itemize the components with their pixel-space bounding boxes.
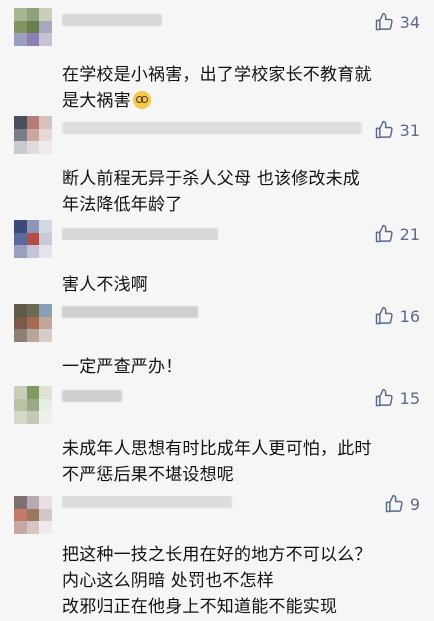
avatar[interactable] — [14, 8, 52, 46]
comment-item: 21 害人不浅啊 — [0, 210, 434, 295]
like-count: 9 — [409, 494, 420, 514]
comment-item: 16 一定严查严办！ — [0, 294, 434, 380]
avatar[interactable] — [14, 386, 52, 424]
like-button[interactable]: 16 — [374, 306, 420, 326]
comment-item: 31 断人前程无异于杀人父母 也该修改未成 年法降低年龄了 — [0, 104, 434, 215]
comment-text: 把这种一技之长用在好的地方不可以么？ 内心这么阴暗 处罚也不怎样 改邪归正在他身… — [62, 545, 372, 617]
thumbs-up-icon — [375, 120, 393, 139]
thumbs-up-icon — [375, 224, 393, 243]
like-count: 16 — [399, 306, 420, 326]
thumbs-up-icon — [375, 12, 393, 31]
username-redacted[interactable] — [62, 14, 162, 26]
comment-text: 一定严查严办！ — [62, 357, 183, 377]
username-redacted[interactable] — [62, 496, 232, 508]
like-button[interactable]: 21 — [374, 224, 420, 244]
username-redacted[interactable] — [62, 228, 218, 240]
comment-text: 在学校是小祸害，出了学校家长不教育就 是大祸害 — [62, 65, 372, 111]
like-button[interactable]: 34 — [374, 12, 420, 32]
thumbs-up-icon — [375, 388, 393, 407]
like-count: 21 — [399, 224, 420, 244]
username-redacted[interactable] — [62, 122, 362, 134]
comment-item: 9 把这种一技之长用在好的地方不可以么？ 内心这么阴暗 处罚也不怎样 改邪归正在… — [0, 484, 434, 621]
like-count: 15 — [399, 388, 420, 408]
comment-item: 34 在学校是小祸害，出了学校家长不教育就 是大祸害 — [0, 0, 434, 111]
avatar[interactable] — [14, 116, 52, 154]
avatar[interactable] — [14, 496, 52, 534]
thumbs-up-icon — [375, 306, 393, 325]
username-redacted[interactable] — [62, 306, 198, 318]
comment-text: 断人前程无异于杀人父母 也该修改未成 年法降低年龄了 — [62, 169, 361, 215]
like-count: 31 — [399, 120, 420, 140]
avatar[interactable] — [14, 304, 52, 342]
comment-text: 未成年人思想有时比成年人更可怕，此时 不严惩后果不堪设想呢 — [62, 439, 372, 485]
username-redacted[interactable] — [62, 390, 122, 402]
avatar[interactable] — [14, 220, 52, 258]
comment-text: 害人不浅啊 — [62, 275, 148, 295]
comment-item: 15 未成年人思想有时比成年人更可怕，此时 不严惩后果不堪设想呢 — [0, 380, 434, 485]
like-button[interactable]: 15 — [374, 388, 420, 408]
like-count: 34 — [399, 12, 420, 32]
like-button[interactable]: 9 — [384, 494, 420, 514]
comment-list: 34 在学校是小祸害，出了学校家长不教育就 是大祸害 31 断人前程无异于杀人父… — [0, 0, 434, 621]
thumbs-up-icon — [385, 494, 403, 513]
like-button[interactable]: 31 — [374, 120, 420, 140]
